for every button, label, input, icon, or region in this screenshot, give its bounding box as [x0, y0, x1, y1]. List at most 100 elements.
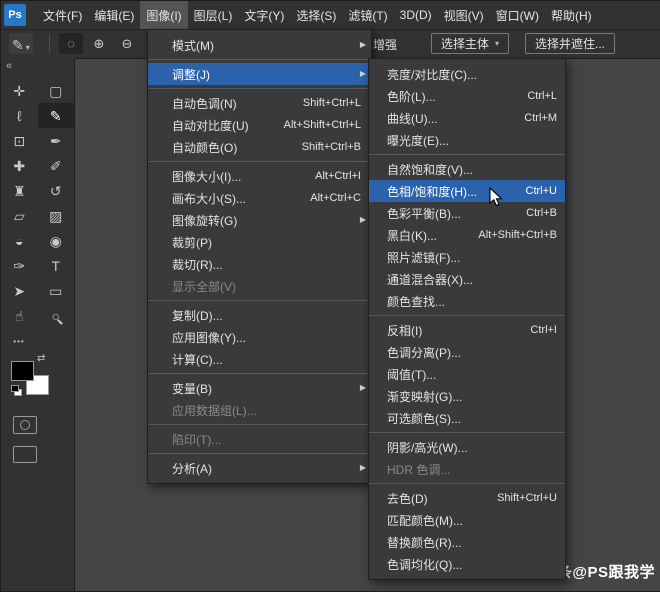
select-subject-button[interactable]: 选择主体 ▾ [431, 33, 510, 54]
menu-item[interactable]: 复制(D)... ▶ [148, 304, 371, 326]
menubar-item[interactable]: 编辑(E) [88, 1, 140, 29]
submenu-item[interactable]: 照片滤镜(F)... ▶ [369, 246, 565, 268]
crop-tool[interactable]: ⊡ [1, 128, 38, 153]
app-logo-icon: Ps [4, 4, 26, 26]
shape-tool[interactable]: ▭ [38, 278, 75, 303]
submenu-item[interactable]: 色调均化(Q)... ▶ [369, 553, 565, 575]
menu-separator [148, 424, 371, 425]
dodge-tool[interactable]: ◉ [38, 228, 75, 253]
collapse-panel-icon[interactable]: « [1, 58, 74, 75]
select-and-mask-button[interactable]: 选择并遮住... [525, 33, 616, 54]
eraser-tool[interactable]: ▱ [1, 203, 38, 228]
submenu-item[interactable]: 阈值(T)... ▶ [369, 363, 565, 385]
submenu-item[interactable]: 替换颜色(R)... ▶ [369, 531, 565, 553]
path-selection-tool[interactable]: ➤ [1, 278, 38, 303]
screen-mode-button[interactable] [13, 446, 37, 463]
menu-item[interactable]: 分析(A) ▶ [148, 457, 371, 479]
submenu-item[interactable]: 去色(D) Shift+Ctrl+U ▶ [369, 487, 565, 509]
menubar-item[interactable]: 窗口(W) [490, 1, 545, 29]
submenu-item[interactable]: 色相/饱和度(H)... Ctrl+U ▶ [369, 180, 565, 202]
quick-selection-tool[interactable]: ✎ [37, 103, 74, 128]
auto-enhance-label[interactable]: 增强 [373, 36, 397, 53]
edit-toolbar-button[interactable]: ••• [1, 337, 37, 346]
selection-mode-subtract-icon[interactable]: ⊖ [115, 33, 139, 54]
blur-tool[interactable]: ◒ [1, 228, 38, 253]
menu-item[interactable]: 图像大小(I)... Alt+Ctrl+I ▶ [148, 165, 371, 187]
menubar-items: 文件(F) 编辑(E) 图像(I) 图层(L) 文字(Y) 选择(S) 滤镜(T… [29, 1, 598, 29]
brush-tool[interactable]: ✐ [38, 153, 75, 178]
tools-grid: ✛ ▢ ℓ ✎ ⊡ ✒ ✚ ✐ ♜ ↺ ▱ ▨ ◒ ◉ ✑ T ➤ ▭ ☝ ○ [1, 78, 74, 328]
menu-item[interactable]: 自动对比度(U) Alt+Shift+Ctrl+L ▶ [148, 114, 371, 136]
quick-mask-icon [20, 420, 30, 430]
foreground-color-swatch[interactable] [11, 361, 34, 381]
submenu-item[interactable]: 亮度/对比度(C)... ▶ [369, 63, 565, 85]
submenu-item[interactable]: 色阶(L)... Ctrl+L ▶ [369, 85, 565, 107]
default-foreground-icon [11, 385, 19, 392]
menu-item: 显示全部(V) ▶ [172, 279, 236, 294]
lasso-tool[interactable]: ℓ [1, 103, 38, 128]
menu-item[interactable]: 裁剪(P) ▶ [148, 231, 371, 253]
menu-item[interactable]: 计算(C)... ▶ [148, 348, 371, 370]
selection-mode-new-icon[interactable]: ◌ [59, 33, 83, 54]
menu-item[interactable]: 自动色调(N) Shift+Ctrl+L ▶ [148, 92, 371, 114]
color-swatches: ⇄ [11, 353, 51, 398]
pen-tool[interactable]: ✑ [1, 253, 38, 278]
tool-preset-selector[interactable]: ✎ ▾ [9, 33, 33, 54]
quick-mask-button[interactable] [13, 416, 37, 434]
submenu-item[interactable]: 渐变映射(G)... ▶ [369, 385, 565, 407]
move-tool[interactable]: ✛ [1, 78, 38, 103]
menu-item[interactable]: 画布大小(S)... Alt+Ctrl+C ▶ [148, 187, 371, 209]
menu-item[interactable]: 自动颜色(O) Shift+Ctrl+B ▶ [148, 136, 371, 158]
menubar-item[interactable]: 文字(Y) [238, 1, 290, 29]
menubar-item[interactable]: 视图(V) [438, 1, 490, 29]
menu-item[interactable]: 调整(J) ▶ [148, 63, 371, 85]
submenu-item[interactable]: 曝光度(E)... ▶ [369, 129, 565, 151]
history-brush-tool[interactable]: ↺ [38, 178, 75, 203]
selection-mode-add-icon[interactable]: ⊕ [87, 33, 111, 54]
submenu-item[interactable]: 颜色查找... ▶ [369, 290, 565, 312]
submenu-item[interactable]: 曲线(U)... Ctrl+M ▶ [369, 107, 565, 129]
submenu-item[interactable]: 可选颜色(S)... ▶ [369, 407, 565, 429]
zoom-tool[interactable]: ○ [38, 303, 75, 328]
submenu-item[interactable]: 自然饱和度(V)... ▶ [369, 158, 565, 180]
menubar-item[interactable]: 文件(F) [37, 1, 88, 29]
default-colors-icon[interactable] [11, 385, 22, 396]
menubar-item[interactable]: 滤镜(T) [342, 1, 393, 29]
menubar-item[interactable]: 图层(L) [188, 1, 239, 29]
menu-separator [148, 300, 371, 301]
caret-down-icon: ▾ [495, 39, 500, 48]
menu-separator [148, 59, 371, 60]
caret-down-icon: ▾ [25, 43, 30, 52]
submenu-item[interactable]: 黑白(K)... Alt+Shift+Ctrl+B ▶ [369, 224, 565, 246]
submenu-item[interactable]: 反相(I) Ctrl+I ▶ [369, 319, 565, 341]
options-divider [49, 34, 50, 53]
submenu-item[interactable]: 色彩平衡(B)... Ctrl+B ▶ [369, 202, 565, 224]
submenu-item[interactable]: 匹配颜色(M)... ▶ [369, 509, 565, 531]
mouse-cursor-icon [489, 187, 503, 207]
menubar-item[interactable]: 3D(D) [394, 1, 438, 29]
menu-item[interactable]: 变量(B) ▶ [148, 377, 371, 399]
menu-item[interactable]: 裁切(R)... ▶ [148, 253, 371, 275]
menu-item[interactable]: 图像旋转(G) ▶ [148, 209, 371, 231]
menu-separator [369, 154, 565, 155]
submenu-arrow-icon: ▶ [359, 69, 366, 78]
menu-item[interactable]: 模式(M) ▶ [148, 34, 371, 56]
marquee-tool[interactable]: ▢ [38, 78, 75, 103]
switch-colors-icon[interactable]: ⇄ [37, 353, 45, 364]
menubar-item[interactable]: 图像(I) [140, 1, 188, 29]
submenu-arrow-icon: ▶ [359, 215, 366, 224]
menubar-item[interactable]: 帮助(H) [545, 1, 598, 29]
menu-item: 应用数据组(L)... ▶ [172, 403, 257, 418]
menu-item[interactable]: 应用图像(Y)... ▶ [148, 326, 371, 348]
hand-tool[interactable]: ☝ [1, 303, 38, 328]
clone-stamp-tool[interactable]: ♜ [1, 178, 38, 203]
gradient-tool[interactable]: ▨ [38, 203, 75, 228]
eyedropper-tool[interactable]: ✒ [38, 128, 75, 153]
menubar-item[interactable]: 选择(S) [290, 1, 342, 29]
type-tool[interactable]: T [38, 253, 75, 278]
menu-separator [148, 453, 371, 454]
submenu-item[interactable]: 阴影/高光(W)... ▶ [369, 436, 565, 458]
submenu-item[interactable]: 色调分离(P)... ▶ [369, 341, 565, 363]
healing-brush-tool[interactable]: ✚ [1, 153, 38, 178]
submenu-item[interactable]: 通道混合器(X)... ▶ [369, 268, 565, 290]
